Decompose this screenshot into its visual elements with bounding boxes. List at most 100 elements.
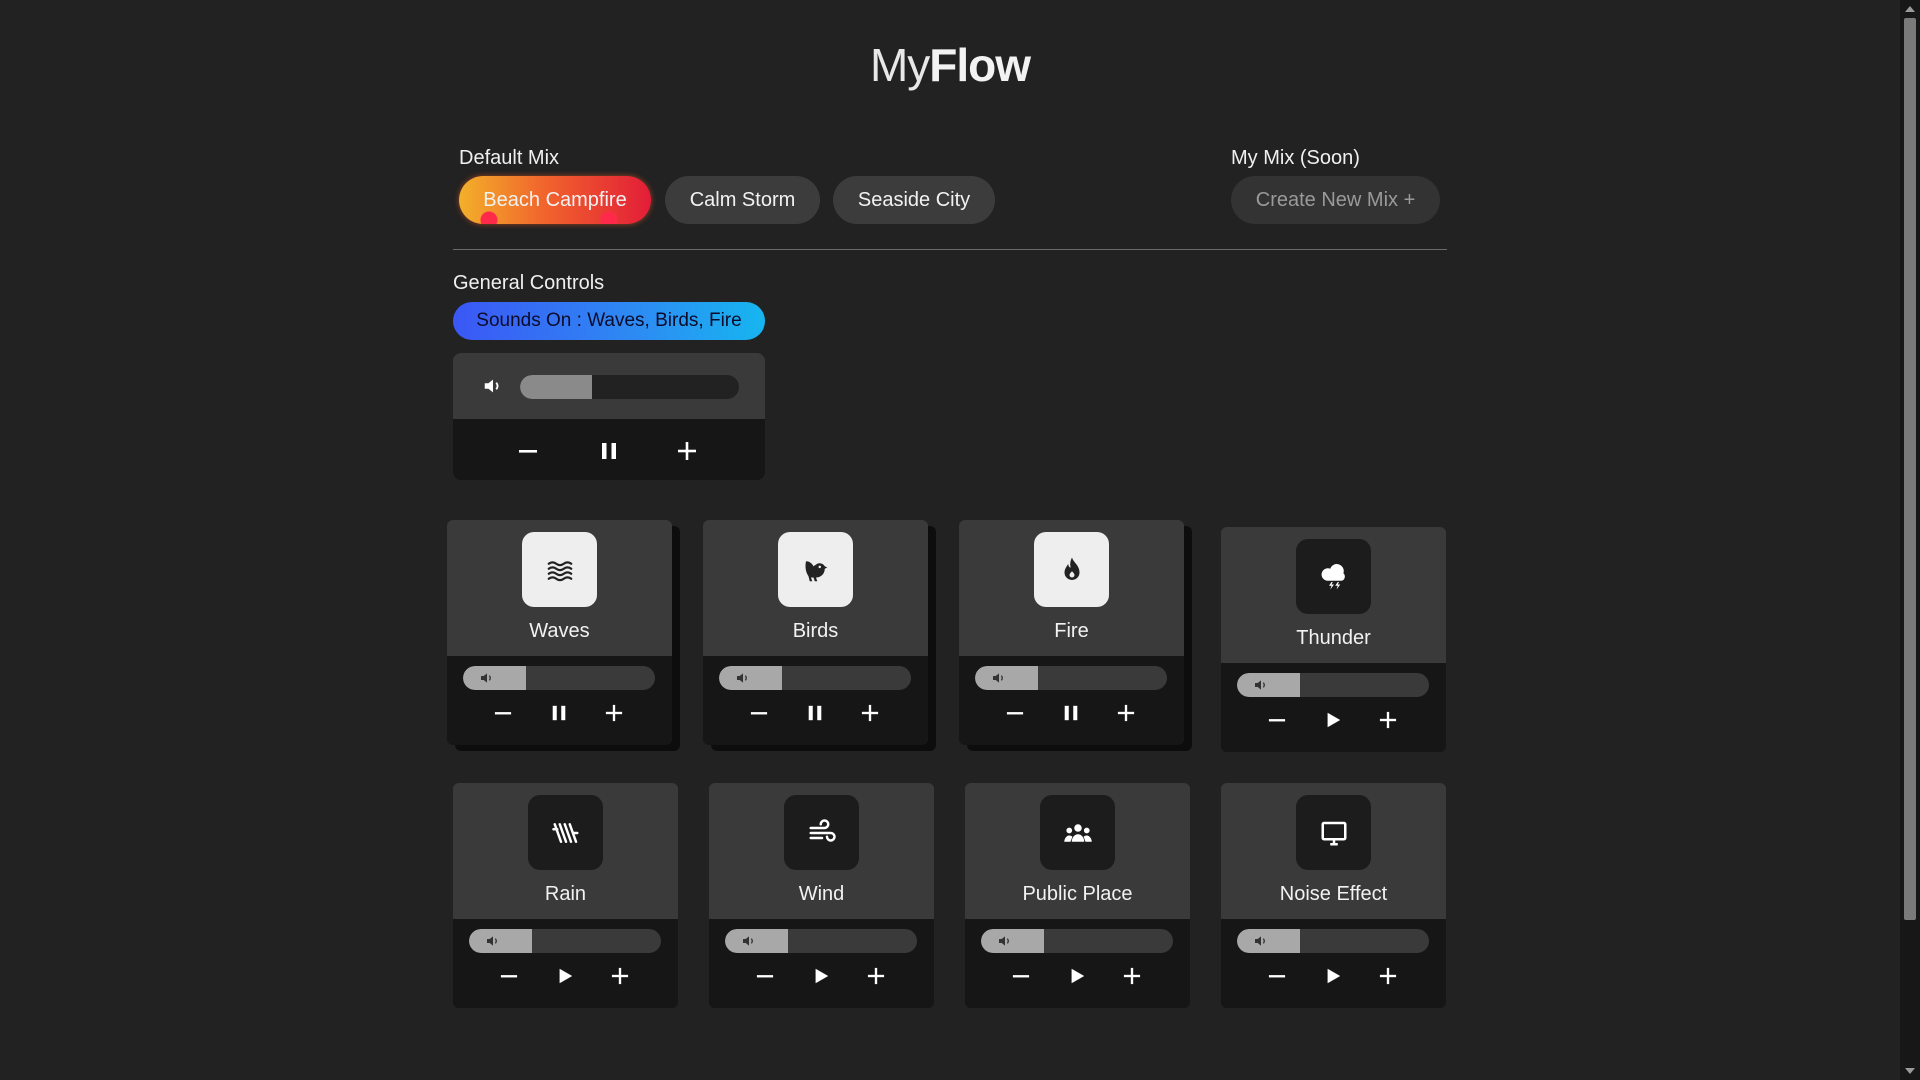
thunder-play-button[interactable] [1319,706,1347,734]
waves-decrease-button[interactable] [489,699,517,727]
minus-icon [518,441,538,461]
rain-increase-button[interactable] [606,962,634,990]
sound-card-fire: Fire [959,520,1184,745]
plus-icon [861,704,879,722]
public-place-play-button[interactable] [1063,962,1091,990]
plus-icon [611,967,629,985]
noise-effect-play-button[interactable] [1319,962,1347,990]
master-decrease-button[interactable] [513,436,543,466]
sound-name: Waves [529,620,590,642]
sound-toggle-noise-effect[interactable] [1296,795,1371,870]
sound-toggle-thunder[interactable] [1296,539,1371,614]
minus-icon [1012,967,1030,985]
sound-name: Thunder [1296,627,1371,649]
master-volume-fill [520,375,592,399]
fire-increase-button[interactable] [1112,699,1140,727]
sound-toggle-wind[interactable] [784,795,859,870]
logo-light-text: My [869,39,930,91]
bird-icon [801,555,831,585]
sound-name: Public Place [1022,883,1133,905]
scroll-up-arrow[interactable] [1905,6,1915,12]
minus-icon [1268,967,1286,985]
sound-name: Noise Effect [1279,883,1388,905]
thunder-increase-button[interactable] [1374,706,1402,734]
pause-icon [1062,704,1080,722]
mix-seaside-city-button[interactable]: Seaside City [833,176,995,224]
master-pause-button[interactable] [594,436,624,466]
birds-pause-button[interactable] [801,699,829,727]
sound-card-birds: Birds [703,520,928,745]
wind-play-button[interactable] [807,962,835,990]
sound-toggle-fire[interactable] [1034,532,1109,607]
plus-icon [867,967,885,985]
minus-icon [750,704,768,722]
minus-icon [1268,711,1286,729]
sound-toggle-waves[interactable] [522,532,597,607]
rain-play-button[interactable] [551,962,579,990]
volume-icon [735,670,751,686]
volume-icon [997,933,1013,949]
sound-toggle-rain[interactable] [528,795,603,870]
sound-card-waves: Waves [447,520,672,745]
monitor-icon [1319,818,1349,848]
sound-card-public-place: Public Place [965,783,1190,1008]
sound-card-noise-effect: Noise Effect [1221,783,1446,1008]
wind-icon [807,818,837,848]
scroll-thumb[interactable] [1904,18,1916,920]
play-icon [556,967,574,985]
play-icon [1324,711,1342,729]
section-divider [453,249,1447,250]
my-mix-label: My Mix (Soon) [1231,147,1360,169]
plus-icon [1379,711,1397,729]
rain-icon [551,818,581,848]
fire-icon [1057,555,1087,585]
minus-icon [494,704,512,722]
wind-increase-button[interactable] [862,962,890,990]
sound-toggle-birds[interactable] [778,532,853,607]
volume-icon [482,375,504,397]
sound-toggle-public-place[interactable] [1040,795,1115,870]
page-scrollbar[interactable] [1900,0,1920,1080]
sound-name: Wind [798,883,845,905]
rain-decrease-button[interactable] [495,962,523,990]
logo-bold-text: Flow [929,39,1031,91]
plus-icon [1117,704,1135,722]
plus-icon [1379,967,1397,985]
master-increase-button[interactable] [672,436,702,466]
plus-icon [1123,967,1141,985]
waves-increase-button[interactable] [600,699,628,727]
volume-icon [991,670,1007,686]
general-controls-panel [453,353,765,480]
create-new-mix-button[interactable]: Create New Mix + [1231,176,1440,224]
minus-icon [1006,704,1024,722]
waves-pause-button[interactable] [545,699,573,727]
sound-card-wind: Wind [709,783,934,1008]
sound-name: Fire [1054,620,1089,642]
thunder-cloud-icon [1319,562,1349,592]
waves-icon [545,555,575,585]
sound-name: Birds [792,620,839,642]
scroll-down-arrow[interactable] [1905,1068,1915,1074]
default-mix-label: Default Mix [459,147,560,169]
sound-name: Rain [544,883,587,905]
volume-icon [479,670,495,686]
mix-beach-campfire-button[interactable]: Beach Campfire [459,176,651,224]
mix-calm-storm-button[interactable]: Calm Storm [665,176,820,224]
public-place-increase-button[interactable] [1118,962,1146,990]
birds-increase-button[interactable] [856,699,884,727]
volume-icon [485,933,501,949]
play-icon [1068,967,1086,985]
wind-decrease-button[interactable] [751,962,779,990]
public-place-decrease-button[interactable] [1007,962,1035,990]
master-volume-slider[interactable] [520,375,739,399]
thunder-decrease-button[interactable] [1263,706,1291,734]
minus-icon [756,967,774,985]
fire-decrease-button[interactable] [1001,699,1029,727]
birds-decrease-button[interactable] [745,699,773,727]
noise-effect-increase-button[interactable] [1374,962,1402,990]
minus-icon [500,967,518,985]
noise-effect-decrease-button[interactable] [1263,962,1291,990]
fire-pause-button[interactable] [1057,699,1085,727]
play-icon [812,967,830,985]
general-controls-label: General Controls [453,272,605,294]
